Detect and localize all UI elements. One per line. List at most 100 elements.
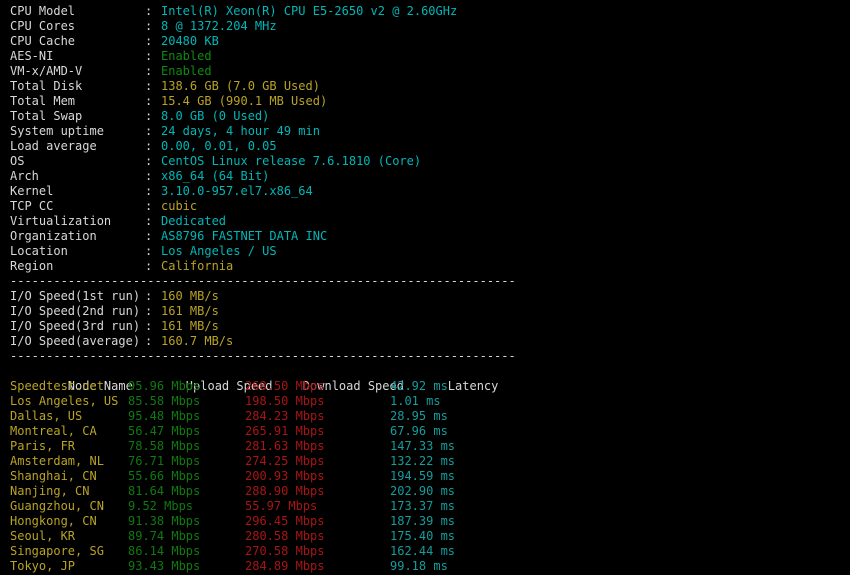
speedtest-download-speed: 288.90 Mbps (245, 484, 325, 498)
system-info-row: Virtualization: Dedicated (10, 214, 850, 229)
system-info-separator: : (145, 244, 153, 258)
system-info-label: System uptime (10, 124, 104, 138)
system-info-row: Load average:0.00, 0.01, 0.05 (10, 139, 850, 154)
system-info-row: Location: Los Angeles / US (10, 244, 850, 259)
system-info-label: AES-NI (10, 49, 54, 63)
speedtest-upload-speed: 55.66 Mbps (128, 469, 201, 483)
system-info-value: 8.0 GB (0 Used) (161, 109, 270, 123)
system-info-block: CPU Model: Intel(R) Xeon(R) CPU E5-2650 v… (10, 4, 850, 274)
system-info-separator: : (145, 109, 153, 123)
system-info-value: California (161, 259, 234, 273)
system-info-value: AS8796 FASTNET DATA INC (161, 229, 328, 243)
system-info-separator: : (145, 4, 153, 18)
system-info-row: Kernel:3.10.0-957.el7.x86_64 (10, 184, 850, 199)
io-speed-row: I/O Speed(1st run):160 MB/s (10, 289, 850, 304)
speedtest-row: Singapore, SG 86.14 Mbps 270.58 Mbps 162.44… (10, 544, 850, 559)
io-speed-row: I/O Speed(2nd run):161 MB/s (10, 304, 850, 319)
speedtest-row: Guangzhou, CN 9.52 Mbps 55.97 Mbps 173.37 m… (10, 499, 850, 514)
speedtest-row: Paris, FR 78.58 Mbps 281.63 Mbps 147.33 ms (10, 439, 850, 454)
system-info-separator: : (145, 64, 153, 78)
system-info-label: OS (10, 154, 25, 168)
speedtest-latency: 28.95 ms (390, 409, 448, 423)
speedtest-table-body: Speedtest.net 95.96 Mbps 268.50 Mbps 42.92 … (10, 379, 850, 574)
speedtest-latency: 173.37 ms (390, 499, 456, 513)
speedtest-latency: 175.40 ms (390, 529, 456, 543)
system-info-label: Virtualization (10, 214, 112, 228)
speedtest-node-name: Shanghai, CN (10, 469, 97, 483)
speedtest-upload-speed: 89.74 Mbps (128, 529, 201, 543)
system-info-separator: : (145, 199, 153, 213)
system-info-row: CPU Model: Intel(R) Xeon(R) CPU E5-2650 v… (10, 4, 850, 19)
system-info-label: CPU Model (10, 4, 76, 18)
system-info-separator: : (145, 94, 153, 108)
system-info-value: 138.6 GB (7.0 GB Used) (161, 79, 320, 93)
speedtest-download-speed: 200.93 Mbps (245, 469, 325, 483)
system-info-separator: : (145, 214, 153, 228)
system-info-value: 15.4 GB (990.1 MB Used) (161, 94, 328, 108)
system-info-row: CPU Cache:20480 KB (10, 34, 850, 49)
speedtest-download-speed: 274.25 Mbps (245, 454, 325, 468)
speedtest-row: Montreal, CA 56.47 Mbps 265.91 Mbps 67.96 m… (10, 424, 850, 439)
system-info-label: CPU Cores (10, 19, 76, 33)
system-info-row: Total Disk:138.6 GB (7.0 GB Used) (10, 79, 850, 94)
io-speed-value: 160 MB/s (161, 289, 219, 303)
speedtest-upload-speed: 86.14 Mbps (128, 544, 201, 558)
speedtest-upload-speed: 91.38 Mbps (128, 514, 201, 528)
speedtest-download-speed: 284.89 Mbps (245, 559, 325, 573)
io-speed-label: I/O Speed(1st run) (10, 289, 141, 303)
io-speed-row: I/O Speed(3rd run):161 MB/s (10, 319, 850, 334)
system-info-value: Enabled (161, 64, 212, 78)
system-info-label: Region (10, 259, 54, 273)
io-speed-value: 160.7 MB/s (161, 334, 234, 348)
terminal-screen: CPU Model: Intel(R) Xeon(R) CPU E5-2650 v… (0, 0, 850, 574)
speedtest-latency: 67.96 ms (390, 424, 448, 438)
speedtest-upload-speed: 95.96 Mbps (128, 379, 201, 393)
speedtest-upload-speed: 85.58 Mbps (128, 394, 201, 408)
io-speed-value: 161 MB/s (161, 319, 219, 333)
io-speed-separator: : (145, 289, 153, 303)
speedtest-latency: 42.92 ms (390, 379, 448, 393)
system-info-separator: : (145, 49, 153, 63)
system-info-value: 0.00, 0.01, 0.05 (161, 139, 277, 153)
system-info-row: Arch: x86_64 (64 Bit) (10, 169, 850, 184)
speedtest-upload-speed: 56.47 Mbps (128, 424, 201, 438)
speedtest-node-name: Hongkong, CN (10, 514, 97, 528)
system-info-value: Enabled (161, 49, 212, 63)
speedtest-node-name: Seoul, KR (10, 529, 76, 543)
io-speed-separator: : (145, 319, 153, 333)
speedtest-upload-speed: 81.64 Mbps (128, 484, 201, 498)
speedtest-download-speed: 265.91 Mbps (245, 424, 325, 438)
speedtest-row: Amsterdam, NL 76.71 Mbps 274.25 Mbps 132.22… (10, 454, 850, 469)
system-info-label: Total Disk (10, 79, 83, 93)
speedtest-download-speed: 296.45 Mbps (245, 514, 325, 528)
system-info-label: TCP CC (10, 199, 54, 213)
io-speed-label: I/O Speed(2nd run) (10, 304, 141, 318)
system-info-value: Intel(R) Xeon(R) CPU E5-2650 v2 @ 2.60GH… (161, 4, 458, 18)
terminal-window: CPU Model: Intel(R) Xeon(R) CPU E5-2650 v… (0, 0, 850, 575)
speedtest-node-name: Montreal, CA (10, 424, 97, 438)
io-speed-separator: : (145, 304, 153, 318)
speedtest-latency: 99.18 ms (390, 559, 448, 573)
speedtest-latency: 202.90 ms (390, 484, 456, 498)
system-info-label: Total Mem (10, 94, 76, 108)
io-speed-label: I/O Speed(3rd run) (10, 319, 141, 333)
system-info-row: System uptime:24 days, 4 hour 49 min (10, 124, 850, 139)
system-info-value: 3.10.0-957.el7.x86_64 (161, 184, 313, 198)
speedtest-download-speed: 270.58 Mbps (245, 544, 325, 558)
speedtest-download-speed: 198.50 Mbps (245, 394, 325, 408)
system-info-value: x86_64 (64 Bit) (161, 169, 270, 183)
io-speed-row: I/O Speed(average):160.7 MB/s (10, 334, 850, 349)
system-info-label: VM-x/AMD-V (10, 64, 83, 78)
system-info-row: CPU Cores:8 @ 1372.204 MHz (10, 19, 850, 34)
speedtest-download-speed: 268.50 Mbps (245, 379, 325, 393)
system-info-separator: : (145, 139, 153, 153)
system-info-row: Total Mem:15.4 GB (990.1 MB Used) (10, 94, 850, 109)
system-info-label: Location (10, 244, 68, 258)
speedtest-node-name: Paris, FR (10, 439, 76, 453)
system-info-value: Los Angeles / US (161, 244, 277, 258)
speedtest-row: Hongkong, CN 91.38 Mbps 296.45 Mbps 187.39 … (10, 514, 850, 529)
speedtest-upload-speed: 93.43 Mbps (128, 559, 201, 573)
speedtest-node-name: Singapore, SG (10, 544, 104, 558)
system-info-label: Total Swap (10, 109, 83, 123)
system-info-row: Region: California (10, 259, 850, 274)
